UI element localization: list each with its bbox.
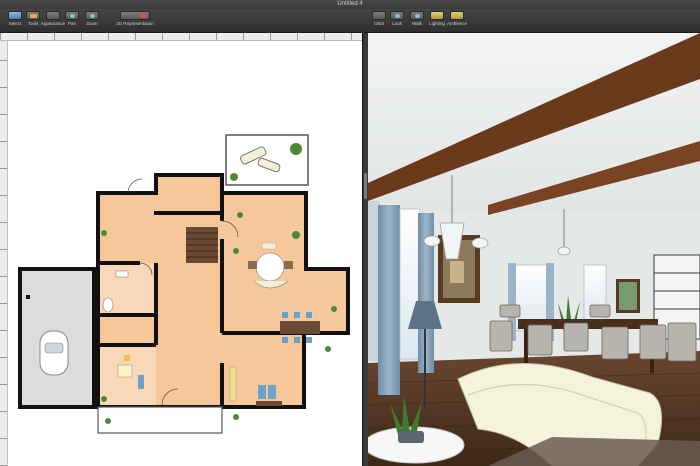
- walk-icon: [410, 11, 424, 20]
- plan-3d-view[interactable]: [368, 33, 700, 466]
- sun-icon: [450, 11, 464, 20]
- render-3d-canvas[interactable]: [368, 33, 700, 466]
- toolbox-icon: [26, 11, 40, 20]
- view-toggle-icon: [120, 11, 150, 20]
- window-title: Untitled 4: [0, 0, 700, 9]
- magnifier-icon: [85, 11, 99, 20]
- entry-porch[interactable]: [97, 406, 223, 434]
- garage[interactable]: [18, 267, 96, 409]
- zoom-button[interactable]: Zoom: [79, 11, 105, 31]
- 2d-representation-label: 2D Representation: [116, 21, 154, 26]
- hand-icon: [65, 11, 79, 20]
- eye-icon: [390, 11, 404, 20]
- staircase[interactable]: [186, 227, 218, 263]
- 2d-representation-button[interactable]: 2D Representation: [113, 11, 157, 31]
- small-painting[interactable]: [616, 279, 640, 313]
- zoom-label: Zoom: [86, 21, 98, 26]
- main-toolbar: Select Tools Appearance Pan Zoom 2D Repr…: [0, 9, 700, 33]
- palette-icon: [46, 11, 60, 20]
- ambience-button[interactable]: Ambience: [444, 11, 470, 31]
- home-design-app: Untitled 4 Select Tools Appearance Pan Z…: [0, 0, 700, 466]
- plan-2d-view[interactable]: [0, 33, 362, 466]
- patio[interactable]: [225, 134, 309, 186]
- right-window: [583, 264, 607, 328]
- bulb-icon: [430, 11, 444, 20]
- splitter-handle[interactable]: [364, 173, 367, 199]
- ambience-label: Ambience: [446, 21, 467, 26]
- floor-plan-canvas[interactable]: [0, 33, 362, 466]
- left-curtain: [378, 205, 400, 395]
